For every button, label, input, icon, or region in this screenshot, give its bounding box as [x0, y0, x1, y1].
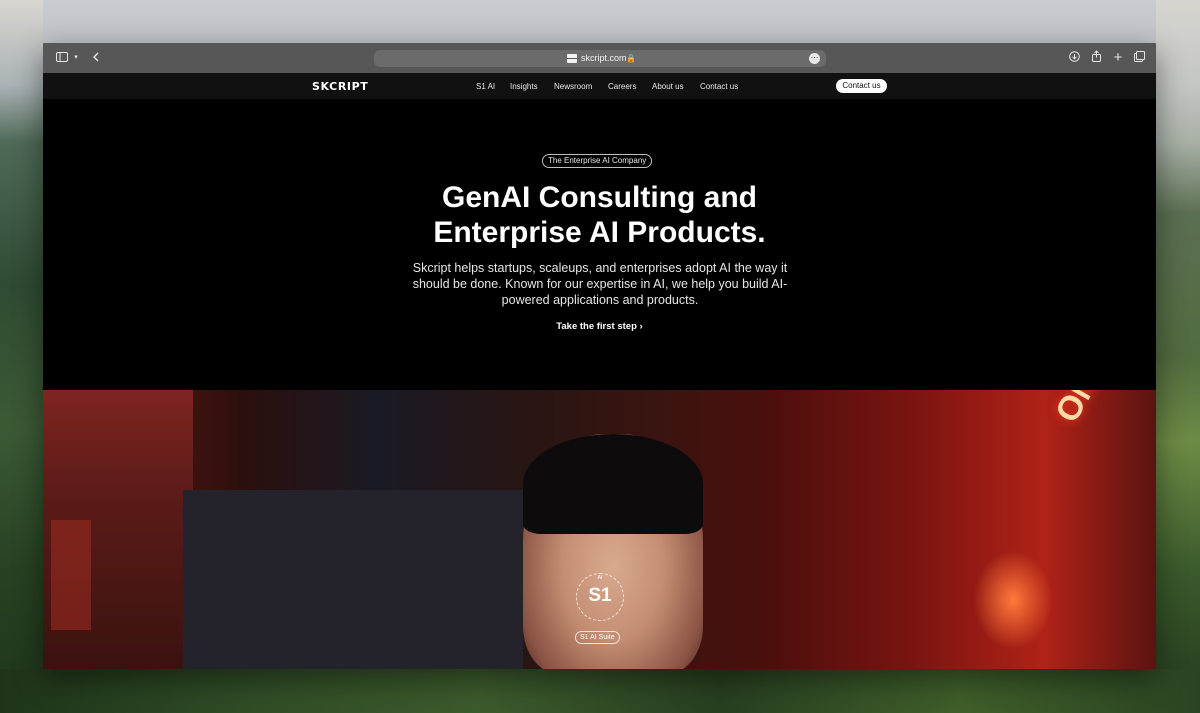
s1-logo-ai-label: AI: [597, 575, 603, 581]
download-icon[interactable]: [1068, 50, 1080, 66]
hero-title: GenAI Consulting and Enterprise AI Produ…: [43, 180, 1156, 250]
tabs-icon[interactable]: [1133, 50, 1145, 66]
person-hair: [523, 434, 703, 534]
back-icon[interactable]: [91, 50, 101, 66]
desktop-wallpaper-bottom: [0, 669, 1200, 713]
chevron-down-icon[interactable]: ▾: [72, 50, 80, 66]
nav-item-s1-ai[interactable]: S1 AI: [476, 81, 495, 92]
site-navbar: SKCRIPT S1 AI Insights Newsroom Careers …: [43, 73, 1156, 99]
hero-section: The Enterprise AI Company GenAI Consulti…: [43, 99, 1156, 389]
tagline-badge: The Enterprise AI Company: [542, 154, 653, 168]
nav-item-careers[interactable]: Careers: [608, 81, 636, 92]
neon-sign: ON AIR: [1048, 390, 1156, 490]
address-bar[interactable]: skcript.com 🔒 ⋯: [374, 50, 826, 67]
s1-logo: S1: [588, 585, 612, 606]
nav-item-about-us[interactable]: About us: [652, 81, 684, 92]
desktop-wallpaper-left: [0, 0, 43, 713]
photo-left-panel: [43, 390, 193, 669]
lock-icon: 🔒: [626, 54, 636, 63]
nav-item-insights[interactable]: Insights: [510, 81, 538, 92]
desktop-wallpaper-right: [1156, 0, 1200, 713]
site-logo[interactable]: SKCRIPT: [312, 80, 368, 93]
hero-subtitle: Skcript helps startups, scaleups, and en…: [412, 261, 788, 307]
nav-item-newsroom[interactable]: Newsroom: [554, 81, 592, 92]
take-first-step-label: Take the first step: [556, 321, 637, 332]
neon-glow: [973, 550, 1053, 650]
hero-photo: ON AIR AI S1 S1 AI Suite: [43, 390, 1156, 669]
favicon-icon: [567, 54, 577, 63]
share-icon[interactable]: [1090, 50, 1102, 66]
hero-title-line-2: Enterprise AI Products.: [433, 216, 766, 249]
sidebar-icon[interactable]: [55, 50, 69, 66]
s1-ai-suite-badge[interactable]: S1 AI Suite: [575, 631, 620, 644]
contact-us-button[interactable]: Contact us: [836, 79, 887, 93]
more-icon[interactable]: ⋯: [809, 53, 820, 64]
browser-window: ▾ skcript.com 🔒 ⋯ + SKCRIPT S1 AI Insigh…: [43, 43, 1156, 669]
nav-item-contact-us[interactable]: Contact us: [700, 81, 738, 92]
take-first-step-link[interactable]: Take the first step ›: [43, 321, 1156, 332]
chevron-right-icon: ›: [639, 321, 643, 332]
url-host: skcript.com: [581, 53, 627, 63]
photo-dark-area: [183, 490, 523, 669]
browser-toolbar: ▾ skcript.com 🔒 ⋯ +: [43, 43, 1156, 73]
hero-title-line-1: GenAI Consulting and: [442, 181, 757, 214]
plus-icon[interactable]: +: [1112, 50, 1124, 66]
